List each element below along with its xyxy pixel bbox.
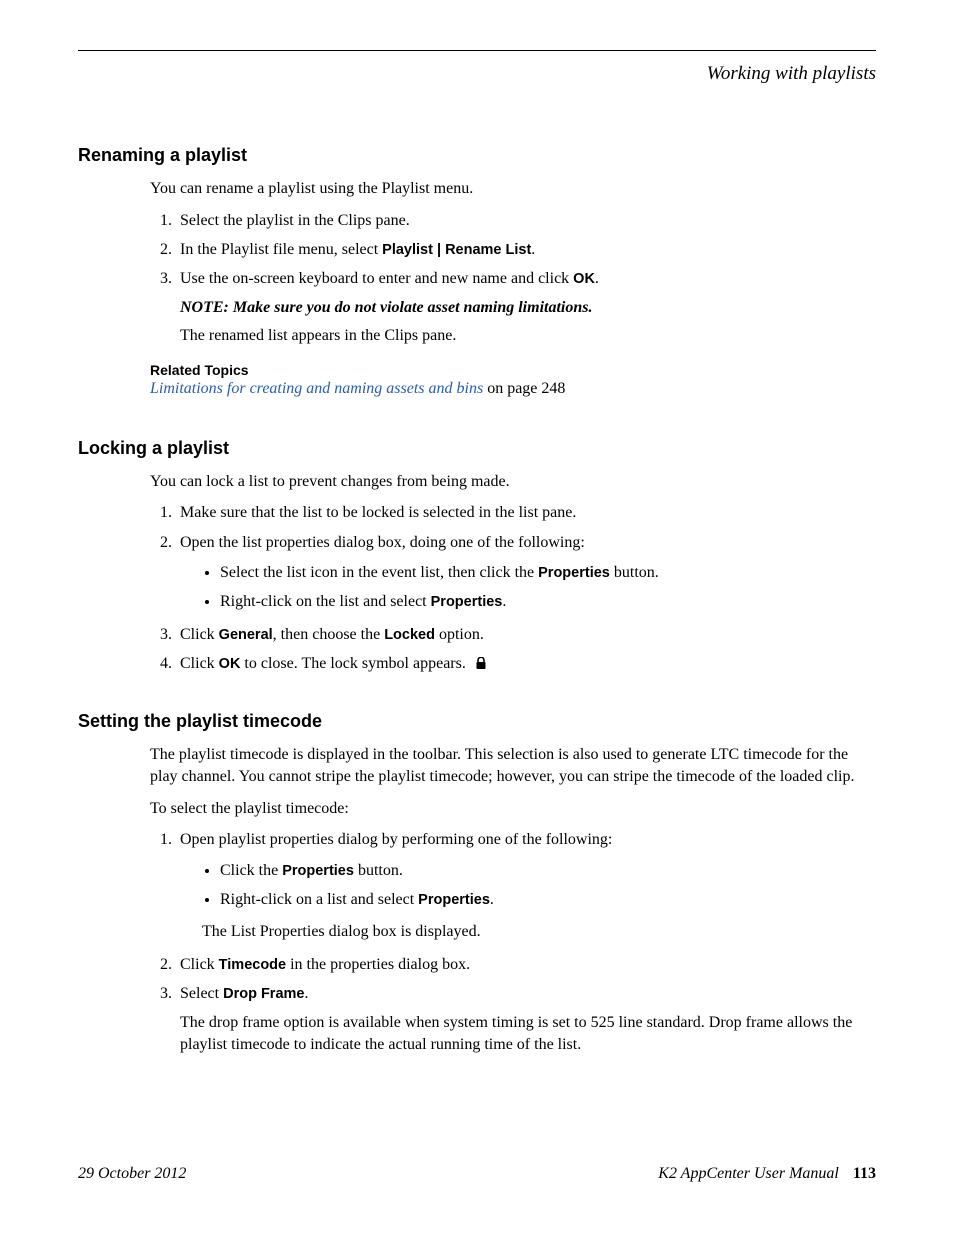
tc-2-pre: Click — [180, 956, 219, 973]
lock-step-1-text: Make sure that the list to be locked is … — [180, 504, 576, 521]
timecode-step-1: Open playlist properties dialog by perfo… — [176, 829, 876, 944]
properties-button-label-2: Properties — [282, 863, 354, 879]
related-topic-trail: on page 248 — [483, 380, 565, 397]
header-breadcrumb: Working with playlists — [78, 63, 876, 85]
rename-step-3-pre: Use the on-screen keyboard to enter and … — [180, 270, 573, 287]
timecode-step-1-options: Click the Properties button. Right-click… — [202, 860, 876, 912]
related-topics-label: Related Topics — [150, 362, 876, 378]
tc-3-post: . — [304, 985, 308, 1002]
timecode-step-1-option-a: Click the Properties button. — [220, 860, 876, 882]
lock-step-1: Make sure that the list to be locked is … — [176, 502, 876, 524]
footer-page-number: 113 — [853, 1165, 876, 1182]
rename-step-2-pre: In the Playlist file menu, select — [180, 241, 382, 258]
menu-playlist-rename-list: Playlist | Rename List — [382, 242, 531, 258]
footer-right: K2 AppCenter User Manual 113 — [658, 1165, 876, 1183]
rename-step-3: Use the on-screen keyboard to enter and … — [176, 268, 876, 347]
lock-2b-pre: Right-click on the list and select — [220, 593, 431, 610]
lock-3-post: option. — [435, 626, 484, 643]
properties-menu-label-2: Properties — [418, 892, 490, 908]
rename-step-2: In the Playlist file menu, select Playli… — [176, 239, 876, 261]
rename-note: NOTE: Make sure you do not violate asset… — [180, 297, 876, 319]
rename-intro: You can rename a playlist using the Play… — [150, 178, 876, 200]
lock-2b-post: . — [502, 593, 506, 610]
tc-1b-post: . — [490, 891, 494, 908]
footer-manual-title: K2 AppCenter User Manual — [658, 1165, 839, 1182]
related-topic-row: Limitations for creating and naming asse… — [150, 380, 876, 398]
lock-icon — [475, 655, 487, 677]
lock-step-2-text: Open the list properties dialog box, doi… — [180, 534, 585, 551]
lock-2a-pre: Select the list icon in the event list, … — [220, 564, 538, 581]
timecode-step-1-option-b: Right-click on a list and select Propert… — [220, 889, 876, 911]
lock-step-3: Click General, then choose the Locked op… — [176, 624, 876, 646]
related-topic-link[interactable]: Limitations for creating and naming asse… — [150, 380, 483, 397]
page-footer: 29 October 2012 K2 AppCenter User Manual… — [78, 1165, 876, 1183]
timecode-intro2: To select the playlist timecode: — [150, 798, 876, 820]
heading-setting-timecode: Setting the playlist timecode — [78, 711, 876, 732]
tc-1a-post: button. — [354, 862, 403, 879]
timecode-step-3: Select Drop Frame. The drop frame option… — [176, 983, 876, 1056]
general-tab-label: General — [219, 627, 273, 643]
lock-3-pre: Click — [180, 626, 219, 643]
header-rule — [78, 50, 876, 51]
lock-step-2-option-b: Right-click on the list and select Prope… — [220, 591, 876, 613]
lock-3-mid: , then choose the — [273, 626, 385, 643]
tc-1a-pre: Click the — [220, 862, 282, 879]
timecode-tab-label: Timecode — [219, 957, 286, 973]
timecode-intro: The playlist timecode is displayed in th… — [150, 744, 876, 787]
timecode-steps: Open playlist properties dialog by perfo… — [150, 829, 876, 1056]
timecode-step-2: Click Timecode in the properties dialog … — [176, 954, 876, 976]
lock-4-post: to close. The lock symbol appears. — [240, 655, 465, 672]
timecode-step-1-text: Open playlist properties dialog by perfo… — [180, 831, 612, 848]
lock-step-4: Click OK to close. The lock symbol appea… — [176, 653, 876, 677]
rename-step-1-text: Select the playlist in the Clips pane. — [180, 212, 410, 229]
drop-frame-option-label: Drop Frame — [223, 986, 304, 1002]
lock-intro: You can lock a list to prevent changes f… — [150, 471, 876, 493]
tc-3-pre: Select — [180, 985, 223, 1002]
lock-2a-post: button. — [610, 564, 659, 581]
properties-menu-label: Properties — [431, 594, 503, 610]
lock-step-2-options: Select the list icon in the event list, … — [202, 562, 876, 614]
footer-date: 29 October 2012 — [78, 1165, 186, 1183]
lock-step-2-option-a: Select the list icon in the event list, … — [220, 562, 876, 584]
timecode-step-3-after: The drop frame option is available when … — [180, 1012, 876, 1057]
rename-step-3-post: . — [595, 270, 599, 287]
lock-steps: Make sure that the list to be locked is … — [150, 502, 876, 677]
ok-button-label-2: OK — [219, 656, 241, 672]
heading-renaming-playlist: Renaming a playlist — [78, 145, 876, 166]
ok-button-label: OK — [573, 271, 595, 287]
rename-step-2-post: . — [531, 241, 535, 258]
timecode-step-1-after: The List Properties dialog box is displa… — [202, 921, 876, 943]
properties-button-label: Properties — [538, 565, 610, 581]
rename-steps: Select the playlist in the Clips pane. I… — [150, 210, 876, 348]
lock-4-pre: Click — [180, 655, 219, 672]
rename-note-after: The renamed list appears in the Clips pa… — [180, 325, 876, 347]
heading-locking-playlist: Locking a playlist — [78, 438, 876, 459]
lock-step-2: Open the list properties dialog box, doi… — [176, 532, 876, 614]
rename-step-1: Select the playlist in the Clips pane. — [176, 210, 876, 232]
locked-option-label: Locked — [384, 627, 435, 643]
tc-1b-pre: Right-click on a list and select — [220, 891, 418, 908]
tc-2-post: in the properties dialog box. — [286, 956, 470, 973]
